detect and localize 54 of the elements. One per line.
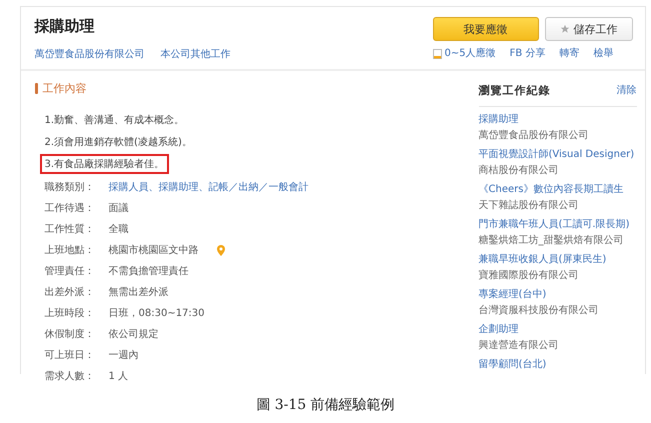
history-job-link[interactable]: 《Cheers》數位內容長期工讀生 xyxy=(478,183,636,196)
history-company: 台灣資服科技股份有限公司 xyxy=(478,304,600,317)
history-job-link[interactable]: 專案經理(台中) xyxy=(478,288,636,301)
description-line: 1.勤奮、善溝通、有成本概念。 xyxy=(44,114,186,128)
figure-caption: 圖 3-15 前備經驗範例 xyxy=(256,396,395,414)
history-job-link[interactable]: 留學顧問(台北) xyxy=(478,358,636,371)
field-label: 上班時段： xyxy=(44,306,94,320)
field-label: 上班地點： xyxy=(44,244,94,257)
field-label: 休假制度： xyxy=(44,328,94,341)
field-value: 1 人 xyxy=(108,370,128,383)
document-icon xyxy=(432,48,442,58)
history-job-link[interactable]: 門市兼職午班人員(工讀可.限長期) xyxy=(478,218,636,231)
field-label: 出差外派： xyxy=(44,286,94,299)
apply-button[interactable]: 我要應徵 xyxy=(432,17,538,41)
company-link[interactable]: 萬岱豐食品股份有限公司 xyxy=(34,48,144,61)
other-jobs-link[interactable]: 本公司其他工作 xyxy=(160,48,230,61)
description-line: 2.須會用進銷存軟體(凌越系統)。 xyxy=(44,136,193,150)
forward-link[interactable]: 轉寄 xyxy=(559,47,580,60)
report-link[interactable]: 檢舉 xyxy=(593,47,614,60)
share-link[interactable]: FB 分享 xyxy=(510,47,546,60)
field-label: 可上班日： xyxy=(44,348,94,362)
save-job-button[interactable]: 儲存工作 xyxy=(544,17,632,41)
history-company: 商桔股份有限公司 xyxy=(478,164,560,177)
field-label: 工作待遇： xyxy=(44,202,94,215)
field-value: 不需負擔管理責任 xyxy=(108,264,188,278)
field-value: 桃園市桃園區文中路 xyxy=(108,244,198,257)
history-job-link[interactable]: 兼職早班收銀人員(屏東民生) xyxy=(478,253,636,266)
history-job-link[interactable]: 平面視覺設計師(Visual Designer) xyxy=(478,148,636,161)
history-job-link[interactable]: 採購助理 xyxy=(478,113,636,126)
history-job-link[interactable]: 企劃助理 xyxy=(478,323,636,336)
field-value: 一週內 xyxy=(108,348,138,362)
history-company: 天下雜誌股份有限公司 xyxy=(478,198,580,212)
applicant-count: 0~5人應徵 xyxy=(444,47,496,60)
clear-link[interactable]: 清除 xyxy=(616,84,636,97)
section-marker xyxy=(34,83,38,94)
history-company: 寶雅國際股份有限公司 xyxy=(478,268,580,282)
field-label: 需求人數： xyxy=(44,370,94,383)
field-label: 管理責任： xyxy=(44,264,94,278)
history-title: 瀏覽工作紀錄 xyxy=(478,83,550,98)
location-pin-icon[interactable] xyxy=(216,244,224,256)
section-title: 工作內容 xyxy=(42,81,86,96)
history-company: 糖鑿烘焙工坊_甜鑿烘焙有限公司 xyxy=(478,234,624,247)
job-title: 採購助理 xyxy=(34,17,96,36)
field-label: 工作性質： xyxy=(44,222,94,236)
star-icon xyxy=(560,24,570,34)
field-label: 職務類別： xyxy=(44,180,94,194)
field-value: 全職 xyxy=(108,222,128,236)
history-company: 興達營造有限公司 xyxy=(478,338,560,352)
field-value: 依公司規定 xyxy=(108,328,158,341)
field-value: 無需出差外派 xyxy=(108,286,168,299)
history-company: 萬岱豐食品股份有限公司 xyxy=(478,128,590,142)
field-value: 日班，08:30~17:30 xyxy=(108,306,205,320)
field-value: 面議 xyxy=(108,202,128,215)
category-links[interactable]: 採購人員、採購助理、記帳／出納／一般會計 xyxy=(108,180,308,194)
